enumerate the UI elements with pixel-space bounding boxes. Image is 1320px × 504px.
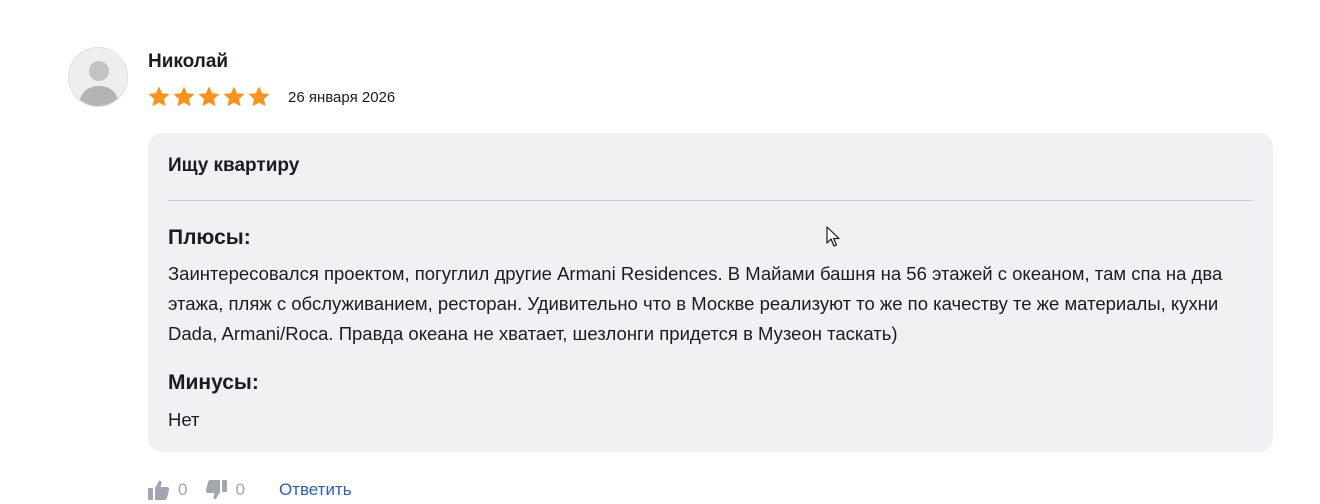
mouse-pointer-icon xyxy=(826,226,840,247)
star-icon xyxy=(223,86,245,107)
star-rating xyxy=(147,85,271,109)
thumbs-down-icon xyxy=(206,480,228,500)
star-icon xyxy=(198,86,220,107)
like-count: 0 xyxy=(178,480,188,499)
divider xyxy=(168,200,1253,201)
star-icon xyxy=(248,86,270,107)
review-title: Ищу квартиру xyxy=(168,155,300,176)
pros-heading: Плюсы: xyxy=(168,226,251,249)
author-name: Николай xyxy=(148,51,229,72)
like-button[interactable]: 0 xyxy=(148,480,187,500)
avatar-person-icon xyxy=(79,61,119,106)
cons-text: Нет xyxy=(168,409,200,430)
review-date: 26 января 2026 xyxy=(288,89,396,106)
star-icon xyxy=(173,86,195,107)
cons-heading: Минусы: xyxy=(168,371,259,394)
thumbs-up-icon xyxy=(148,480,170,500)
reply-link[interactable]: Ответить xyxy=(279,480,352,500)
pros-text: Заинтересовался проектом, погуглил други… xyxy=(168,263,1223,344)
dislike-button[interactable]: 0 xyxy=(205,480,245,500)
user-avatar xyxy=(68,47,128,107)
review-card: Ищу квартиру Плюсы: Заинтересовался прое… xyxy=(148,133,1273,452)
review-actions: 0 0 Ответить xyxy=(148,478,352,502)
star-icon xyxy=(148,86,170,107)
review-item: Николай 26 января 2026 Ищу квартиру Плюс… xyxy=(0,0,1320,504)
dislike-count: 0 xyxy=(235,480,245,499)
